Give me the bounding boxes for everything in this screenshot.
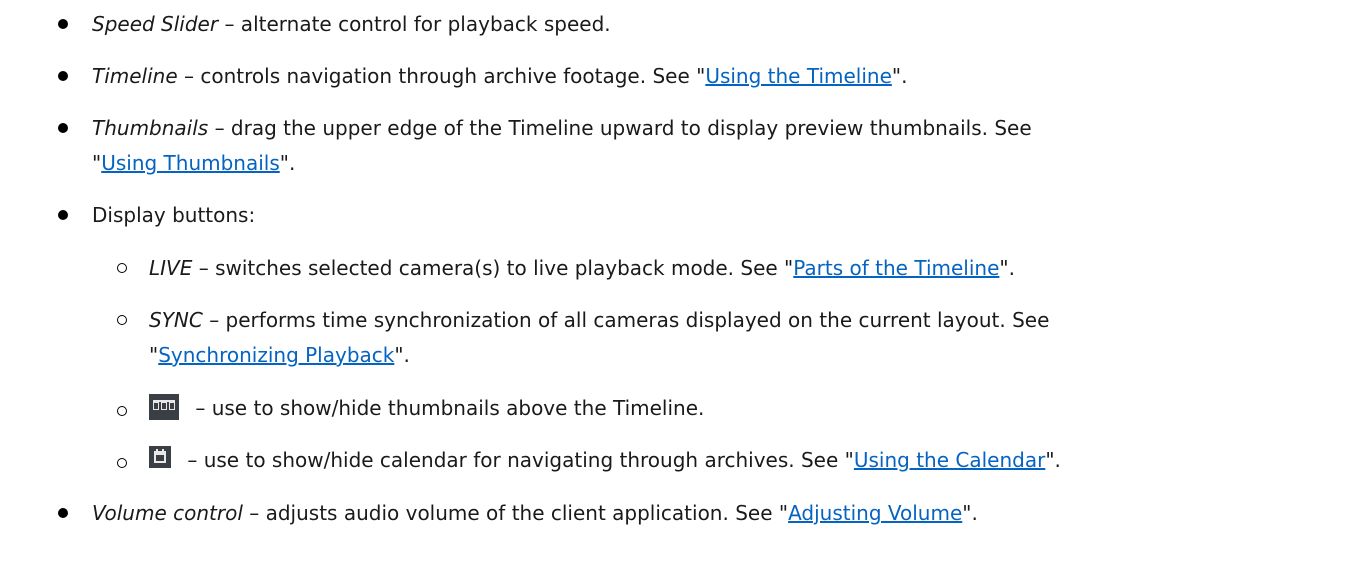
- list-item-text: Timeline – controls navigation through a…: [92, 62, 907, 90]
- link-parts-of-the-timeline[interactable]: Parts of the Timeline: [793, 256, 999, 280]
- circle-bullet-icon: [117, 263, 127, 273]
- quote-open: ": [92, 151, 102, 175]
- sublist-item-text: – use to show/hide calendar for navigati…: [149, 446, 1061, 474]
- desc-calendar-toggle: – use to show/hide calendar for navigati…: [181, 448, 854, 472]
- circle-bullet-icon: [117, 315, 127, 325]
- after-volume: ".: [962, 501, 978, 525]
- desc-thumbnails: – drag the upper edge of the Timeline up…: [208, 116, 1032, 140]
- sublist-item-text: LIVE – switches selected camera(s) to li…: [149, 254, 1015, 282]
- bullet-icon: [58, 19, 68, 29]
- sublist-item-text: – use to show/hide thumbnails above the …: [149, 394, 704, 422]
- sublist-item-text-line2: "Synchronizing Playback".: [149, 341, 410, 369]
- bullet-icon: [58, 123, 68, 133]
- list-item-text: Volume control – adjusts audio volume of…: [92, 499, 978, 527]
- thumbnails-icon: [149, 394, 179, 420]
- sublist-item-text: SYNC – performs time synchronization of …: [149, 306, 1049, 334]
- document-page: Speed Slider – alternate control for pla…: [0, 0, 1359, 569]
- link-adjusting-volume[interactable]: Adjusting Volume: [788, 501, 962, 525]
- term-sync: SYNC: [149, 308, 203, 332]
- list-item-text: Display buttons:: [92, 203, 256, 227]
- link-synchronizing-playback[interactable]: Synchronizing Playback: [158, 343, 394, 367]
- desc-speed-slider: – alternate control for playback speed.: [218, 12, 611, 36]
- list-item-text: Speed Slider – alternate control for pla…: [92, 10, 611, 38]
- desc-live: – switches selected camera(s) to live pl…: [192, 256, 794, 280]
- circle-bullet-icon: [117, 458, 127, 468]
- term-speed-slider: Speed Slider: [92, 12, 219, 36]
- link-using-thumbnails[interactable]: Using Thumbnails: [101, 151, 280, 175]
- after-sync: ".: [394, 343, 410, 367]
- list-item-text-line2: "Using Thumbnails".: [92, 149, 295, 177]
- desc-thumbnails-toggle: – use to show/hide thumbnails above the …: [189, 396, 705, 420]
- link-using-the-calendar[interactable]: Using the Calendar: [854, 448, 1045, 472]
- term-thumbnails: Thumbnails: [92, 116, 209, 140]
- term-timeline: Timeline: [92, 64, 178, 88]
- link-using-the-timeline[interactable]: Using the Timeline: [705, 64, 892, 88]
- bullet-icon: [58, 508, 68, 518]
- calendar-icon: [149, 446, 171, 468]
- desc-volume-control: – adjusts audio volume of the client app…: [242, 501, 789, 525]
- desc-sync: – performs time synchronization of all c…: [202, 308, 1050, 332]
- term-live: LIVE: [149, 256, 193, 280]
- after-timeline: ".: [891, 64, 908, 88]
- after-thumbnails: ".: [279, 151, 296, 175]
- list-item-text: Thumbnails – drag the upper edge of the …: [92, 114, 1032, 142]
- bullet-icon: [58, 71, 68, 81]
- bullet-icon: [58, 210, 68, 220]
- circle-bullet-icon: [117, 406, 127, 416]
- after-calendar: ".: [1045, 448, 1061, 472]
- desc-timeline: – controls navigation through archive fo…: [177, 64, 706, 88]
- quote-open: ": [149, 343, 159, 367]
- after-live: ".: [999, 256, 1015, 280]
- term-volume-control: Volume control: [92, 501, 243, 525]
